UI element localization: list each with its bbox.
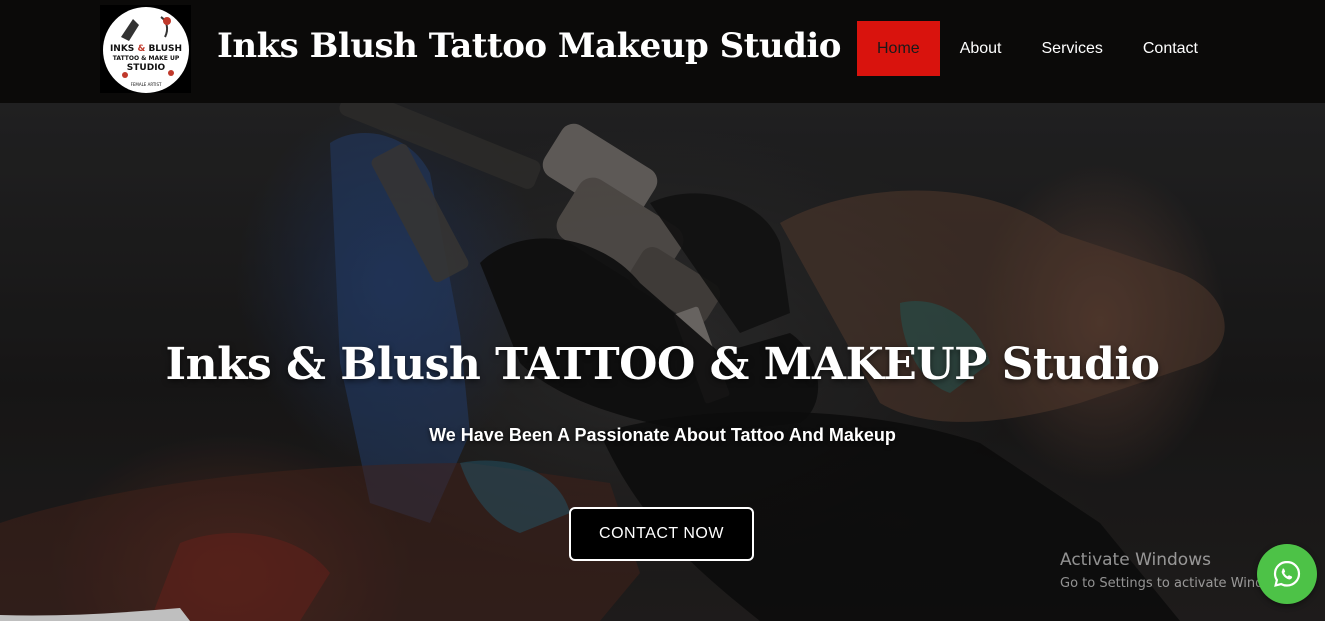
site-header: INKS & BLUSH TATTOO & MAKE UP STUDIO FEM… [0,0,1325,103]
logo-text-female-artist: FEMALE ARTIST [130,82,162,87]
hero-subtitle: We Have Been A Passionate About Tattoo A… [429,425,896,445]
nav-home[interactable]: Home [857,21,940,76]
hero-section: Inks & Blush TATTOO & MAKEUP Studio We H… [0,103,1325,621]
logo-text-inks: INKS [109,44,135,54]
logo-text-studio: STUDIO [126,63,166,73]
logo-text-tattoo-makeup: TATTOO & MAKE UP [112,55,180,62]
site-logo[interactable]: INKS & BLUSH TATTOO & MAKE UP STUDIO FEM… [100,5,191,93]
main-nav: Home About Services Contact [857,21,1218,76]
nav-services[interactable]: Services [1022,21,1123,76]
logo-badge: INKS & BLUSH TATTOO & MAKE UP STUDIO FEM… [103,7,189,93]
hero-title: Inks & Blush TATTOO & MAKEUP Studio [165,339,1160,390]
whatsapp-button[interactable] [1257,544,1317,604]
nav-contact[interactable]: Contact [1123,21,1218,76]
nav-about[interactable]: About [940,21,1022,76]
site-title[interactable]: Inks Blush Tattoo Makeup Studio [217,26,841,66]
contact-now-button[interactable]: CONTACT NOW [569,507,754,561]
logo-text-blush: BLUSH [148,44,183,54]
whatsapp-icon [1273,560,1301,587]
